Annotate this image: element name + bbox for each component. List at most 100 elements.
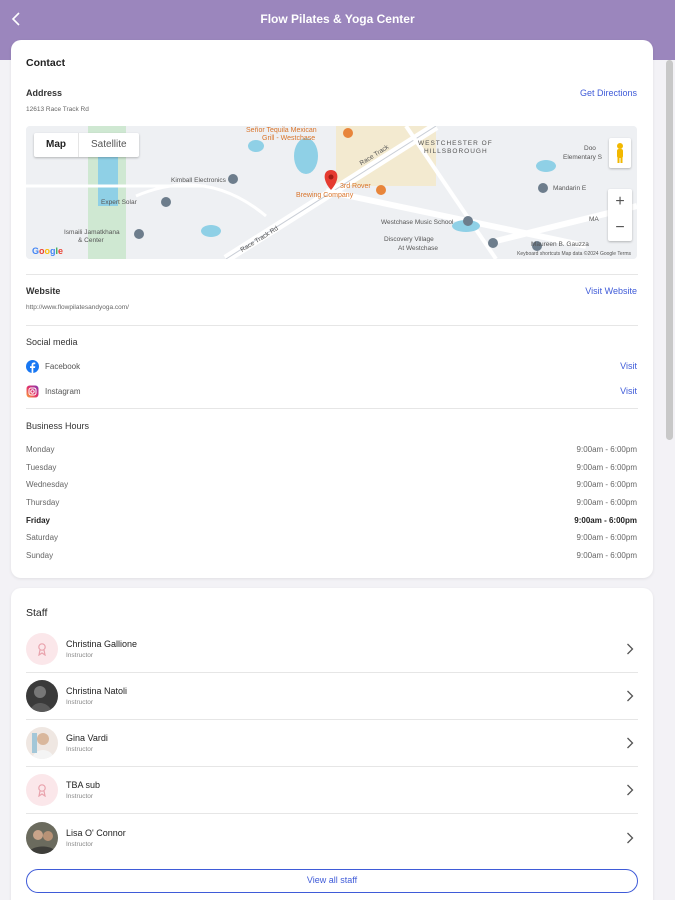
hours-time: 9:00am - 6:00pm — [576, 463, 637, 472]
hours-time: 9:00am - 6:00pm — [576, 498, 637, 507]
view-all-staff-button[interactable]: View all staff — [26, 869, 638, 893]
avatar — [26, 680, 58, 712]
map-label: Brewing Company — [296, 192, 354, 199]
google-logo: Google — [32, 246, 64, 256]
hours-row: Wednesday 9:00am - 6:00pm — [26, 480, 637, 492]
hours-time: 9:00am - 6:00pm — [576, 480, 637, 489]
avatar-placeholder — [26, 633, 58, 665]
map-tab[interactable]: Map — [34, 133, 78, 157]
hours-time: 9:00am - 6:00pm — [576, 551, 637, 560]
hours-row-today: Friday 9:00am - 6:00pm — [26, 516, 637, 528]
hours-day: Sunday — [26, 551, 54, 560]
zoom-controls: + − — [608, 189, 632, 241]
hours-row: Tuesday 9:00am - 6:00pm — [26, 463, 637, 475]
website-label: Website — [26, 286, 61, 296]
page-title: Flow Pilates & Yoga Center — [260, 12, 415, 26]
chevron-right-icon — [627, 643, 634, 655]
social-row-facebook: Facebook Visit — [26, 358, 637, 374]
avatar-placeholder — [26, 774, 58, 806]
hours-time: 9:00am - 6:00pm — [576, 533, 637, 542]
zoom-in-button[interactable]: + — [608, 189, 632, 215]
staff-row[interactable]: Christina Gallione Instructor — [26, 626, 638, 673]
scrollbar[interactable] — [666, 60, 673, 440]
hours-day: Wednesday — [26, 480, 69, 489]
visit-website-link[interactable]: Visit Website — [585, 286, 637, 296]
hours-row: Sunday 9:00am - 6:00pm — [26, 551, 637, 563]
map-label: & Center — [78, 237, 104, 244]
map-label: Westchase Music School — [381, 219, 454, 226]
divider — [26, 325, 638, 326]
map-label: Mandarin E — [553, 185, 587, 192]
map-label: 3rd Rover — [340, 183, 371, 190]
zoom-out-button[interactable]: − — [608, 215, 632, 241]
map-label: Kimball Electronics — [171, 177, 226, 184]
divider — [26, 274, 638, 275]
instagram-visit-link[interactable]: Visit — [620, 386, 637, 396]
hours-day: Saturday — [26, 533, 59, 542]
ribbon-icon — [38, 784, 46, 797]
pegman-icon — [617, 143, 623, 163]
staff-name: Christina Natoli — [66, 686, 128, 696]
staff-row[interactable]: TBA sub Instructor — [26, 767, 638, 814]
business-hours-label: Business Hours — [26, 421, 90, 431]
staff-card: Staff Christina Gallione Instructor Chri… — [11, 588, 653, 900]
profile-photo — [26, 680, 58, 712]
staff-role: Instructor — [66, 699, 94, 706]
staff-name: Christina Gallione — [66, 639, 138, 649]
staff-row[interactable]: Gina Vardi Instructor — [26, 720, 638, 767]
chevron-right-icon — [627, 690, 634, 702]
address-label: Address — [26, 88, 63, 98]
social-name: Instagram — [45, 386, 81, 396]
map-label: Elementary S — [563, 154, 603, 161]
map-label: HILLSBOROUGH — [424, 148, 488, 155]
avatar — [26, 821, 58, 854]
satellite-tab[interactable]: Satellite — [78, 133, 139, 157]
social-row-instagram: Instagram Visit — [26, 383, 637, 399]
instagram-icon — [26, 385, 39, 397]
hours-day: Friday — [26, 516, 51, 525]
hours-day: Thursday — [26, 498, 60, 507]
map-label: MA — [589, 216, 599, 223]
staff-role: Instructor — [66, 652, 94, 659]
staff-name: TBA sub — [66, 780, 101, 790]
staff-name: Lisa O' Connor — [66, 827, 126, 838]
chevron-right-icon — [627, 737, 634, 749]
hours-time: 9:00am - 6:00pm — [574, 516, 637, 525]
address-value: 12613 Race Track Rd — [26, 106, 89, 113]
chevron-right-icon — [627, 784, 634, 796]
staff-row[interactable]: Lisa O' Connor Instructor — [26, 814, 638, 861]
map-attribution[interactable]: Keyboard shortcuts Map data ©2024 Google… — [517, 251, 631, 257]
hours-row: Thursday 9:00am - 6:00pm — [26, 498, 637, 510]
map-label: Discovery Village — [384, 236, 434, 243]
hours-time: 9:00am - 6:00pm — [576, 445, 637, 454]
map-label: Ismaili Jamatkhana — [64, 229, 120, 236]
ribbon-icon — [38, 643, 46, 656]
website-value: http://www.flowpilatesandyoga.com/ — [26, 304, 129, 311]
map-label: Grill - Westchase — [262, 135, 316, 142]
staff-role: Instructor — [66, 793, 94, 800]
map-label: Señor Tequila Mexican — [246, 127, 317, 134]
map-view[interactable]: Señor Tequila Mexican Grill - Westchase … — [26, 126, 637, 259]
contact-card: Contact Address Get Directions 12613 Rac… — [11, 40, 653, 578]
contact-section-title: Contact — [26, 57, 66, 69]
staff-role: Instructor — [66, 840, 94, 848]
street-view-button[interactable] — [609, 138, 631, 168]
chevron-right-icon — [627, 832, 634, 843]
hours-row: Monday 9:00am - 6:00pm — [26, 445, 637, 457]
staff-section-title: Staff — [26, 607, 48, 619]
map-label: WESTCHESTER OF — [418, 140, 493, 147]
facebook-icon — [26, 359, 39, 373]
divider — [26, 408, 638, 409]
staff-row[interactable]: Christina Natoli Instructor — [26, 673, 638, 720]
profile-photo — [26, 821, 58, 854]
profile-photo — [26, 727, 58, 759]
map-type-toggle: Map Satellite — [34, 133, 139, 157]
facebook-visit-link[interactable]: Visit — [620, 361, 637, 371]
get-directions-link[interactable]: Get Directions — [580, 88, 637, 98]
map-label: At Westchase — [398, 245, 438, 252]
avatar — [26, 727, 58, 759]
map-label: Expert Solar — [101, 199, 137, 206]
map-label: Maureen B. Gauzza — [531, 241, 589, 248]
staff-name: Gina Vardi — [66, 733, 108, 743]
staff-role: Instructor — [66, 746, 94, 753]
